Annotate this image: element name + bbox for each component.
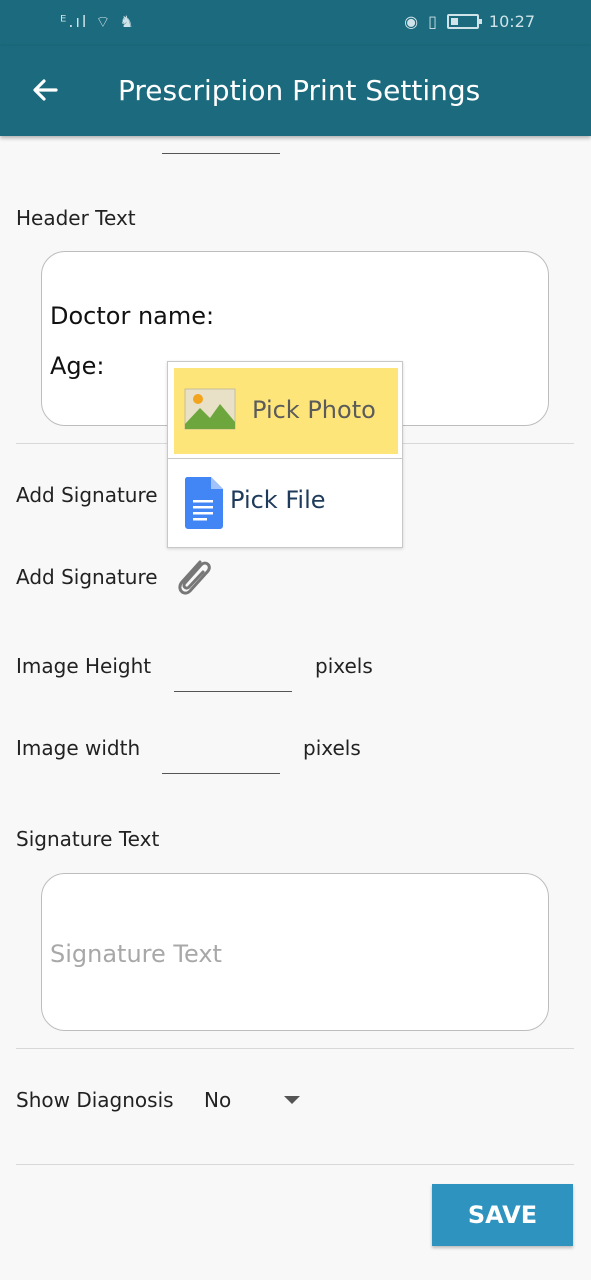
signal-wifi-icons: ᴱ.ıl ⌔ ♞ [60, 12, 136, 31]
image-height-unit: pixels [315, 654, 373, 678]
battery-icon [446, 14, 482, 29]
vibrate-icon: ▯ [428, 12, 437, 31]
image-width-input[interactable] [162, 773, 280, 774]
image-height-label: Image Height [16, 654, 152, 678]
page-title: Prescription Print Settings [118, 74, 481, 107]
image-icon [184, 388, 236, 430]
add-signature-label-2: Add Signature [16, 565, 158, 589]
dropdown-arrow-icon[interactable] [284, 1096, 300, 1104]
signature-text-placeholder: Signature Text [50, 940, 222, 968]
header-text-label: Header Text [16, 206, 136, 230]
hidden-field-underline[interactable] [162, 153, 280, 154]
save-button[interactable]: SAVE [432, 1184, 573, 1246]
add-signature-label: Add Signature [16, 483, 158, 507]
divider [16, 1164, 574, 1165]
paperclip-icon[interactable] [170, 552, 216, 602]
image-width-unit: pixels [303, 736, 361, 760]
image-width-label: Image width [16, 736, 141, 760]
document-icon [184, 477, 223, 529]
show-diagnosis-select[interactable]: No [204, 1088, 231, 1112]
header-line-age: Age: [50, 352, 105, 380]
pick-file-label: Pick File [230, 486, 326, 514]
image-height-input[interactable] [174, 691, 292, 692]
show-diagnosis-label: Show Diagnosis [16, 1088, 174, 1112]
header-line-doctor: Doctor name: [50, 302, 215, 330]
pick-photo-label: Pick Photo [252, 396, 376, 424]
clock: 10:27 [488, 12, 535, 31]
app-bar: Prescription Print Settings [0, 46, 591, 136]
pick-file-option[interactable]: Pick File [174, 462, 398, 544]
popup-divider [168, 458, 402, 459]
status-bar: ᴱ.ıl ⌔ ♞ ◉ ▯ 10:27 [0, 0, 591, 46]
back-arrow-icon[interactable] [26, 70, 66, 110]
signature-text-label: Signature Text [16, 827, 160, 851]
divider [16, 1048, 574, 1049]
eye-icon: ◉ [404, 12, 419, 31]
attachment-picker-popup: Pick Photo Pick File [167, 361, 403, 548]
pick-photo-option[interactable]: Pick Photo [174, 368, 398, 454]
status-right: ◉ ▯ 10:27 [404, 12, 535, 31]
signature-text-input[interactable]: Signature Text [41, 873, 549, 1031]
